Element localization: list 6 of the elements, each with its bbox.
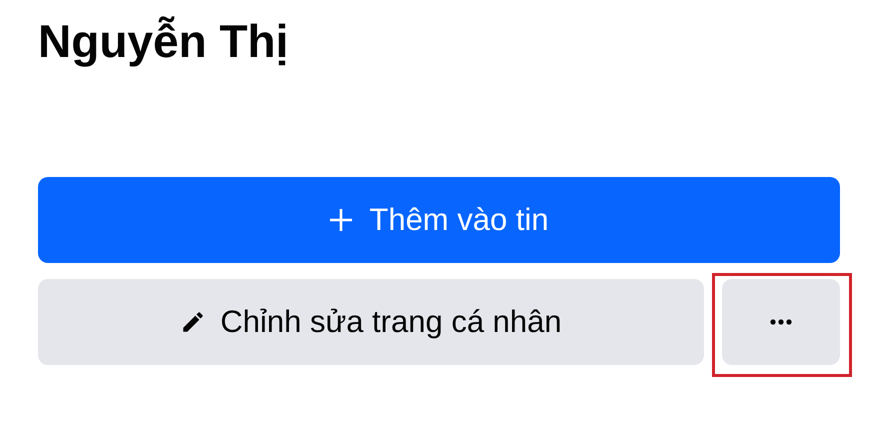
more-icon	[770, 319, 792, 326]
edit-profile-button[interactable]: Chỉnh sửa trang cá nhân	[38, 279, 704, 366]
add-story-button[interactable]: Thêm vào tin	[38, 177, 840, 264]
plus-icon	[329, 208, 354, 232]
profile-name: Nguyễn Thị	[38, 14, 290, 69]
more-button[interactable]	[722, 279, 840, 366]
